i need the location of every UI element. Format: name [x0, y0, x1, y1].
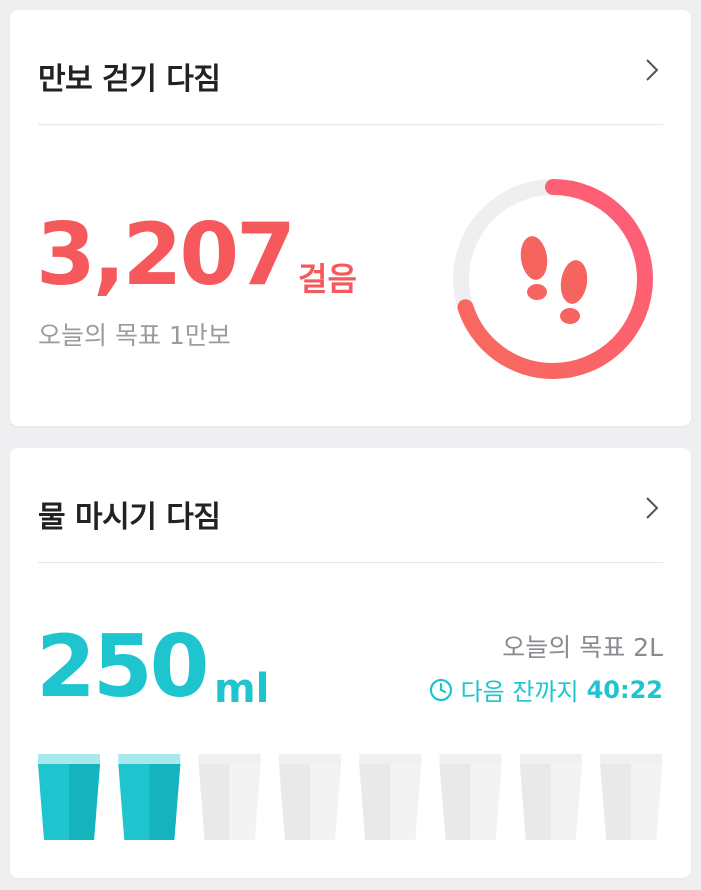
next-cup-time: 40:22: [586, 675, 663, 704]
chevron-right-icon[interactable]: [640, 58, 664, 82]
next-cup-label: 다음 잔까지: [460, 678, 579, 706]
cup-empty[interactable]: [198, 754, 261, 840]
steps-card[interactable]: 만보 걷기 다짐 3,207 걸음 오늘의 목표 1만보: [10, 10, 691, 426]
footsteps-icon: [520, 236, 588, 324]
cup-empty[interactable]: [278, 754, 341, 840]
next-cup-timer: 다음 잔까지 40:22: [429, 672, 663, 707]
cup-filled[interactable]: [118, 754, 181, 840]
cup-empty[interactable]: [439, 754, 502, 840]
steps-count: 3,207: [36, 205, 296, 305]
water-unit: ml: [214, 666, 270, 712]
steps-card-title: 만보 걷기 다짐: [38, 62, 221, 97]
divider: [38, 562, 663, 563]
water-goal: 오늘의 목표 2L: [502, 633, 663, 662]
water-card[interactable]: 물 마시기 다짐 250 ml 오늘의 목표 2L 다음 잔까지 40:22: [10, 448, 691, 878]
steps-goal: 오늘의 목표 1만보: [38, 321, 231, 350]
water-amount: 250: [36, 617, 210, 717]
cup-empty[interactable]: [519, 754, 582, 840]
water-card-title: 물 마시기 다짐: [38, 500, 221, 535]
chevron-right-icon[interactable]: [640, 496, 664, 520]
cup-empty[interactable]: [600, 754, 663, 840]
steps-unit: 걸음: [298, 260, 357, 298]
cup-empty[interactable]: [359, 754, 422, 840]
clock-icon: [429, 678, 452, 701]
cup-filled[interactable]: [38, 754, 100, 840]
water-cups: [38, 754, 663, 840]
divider: [38, 124, 663, 125]
steps-progress-ring: [453, 179, 653, 379]
